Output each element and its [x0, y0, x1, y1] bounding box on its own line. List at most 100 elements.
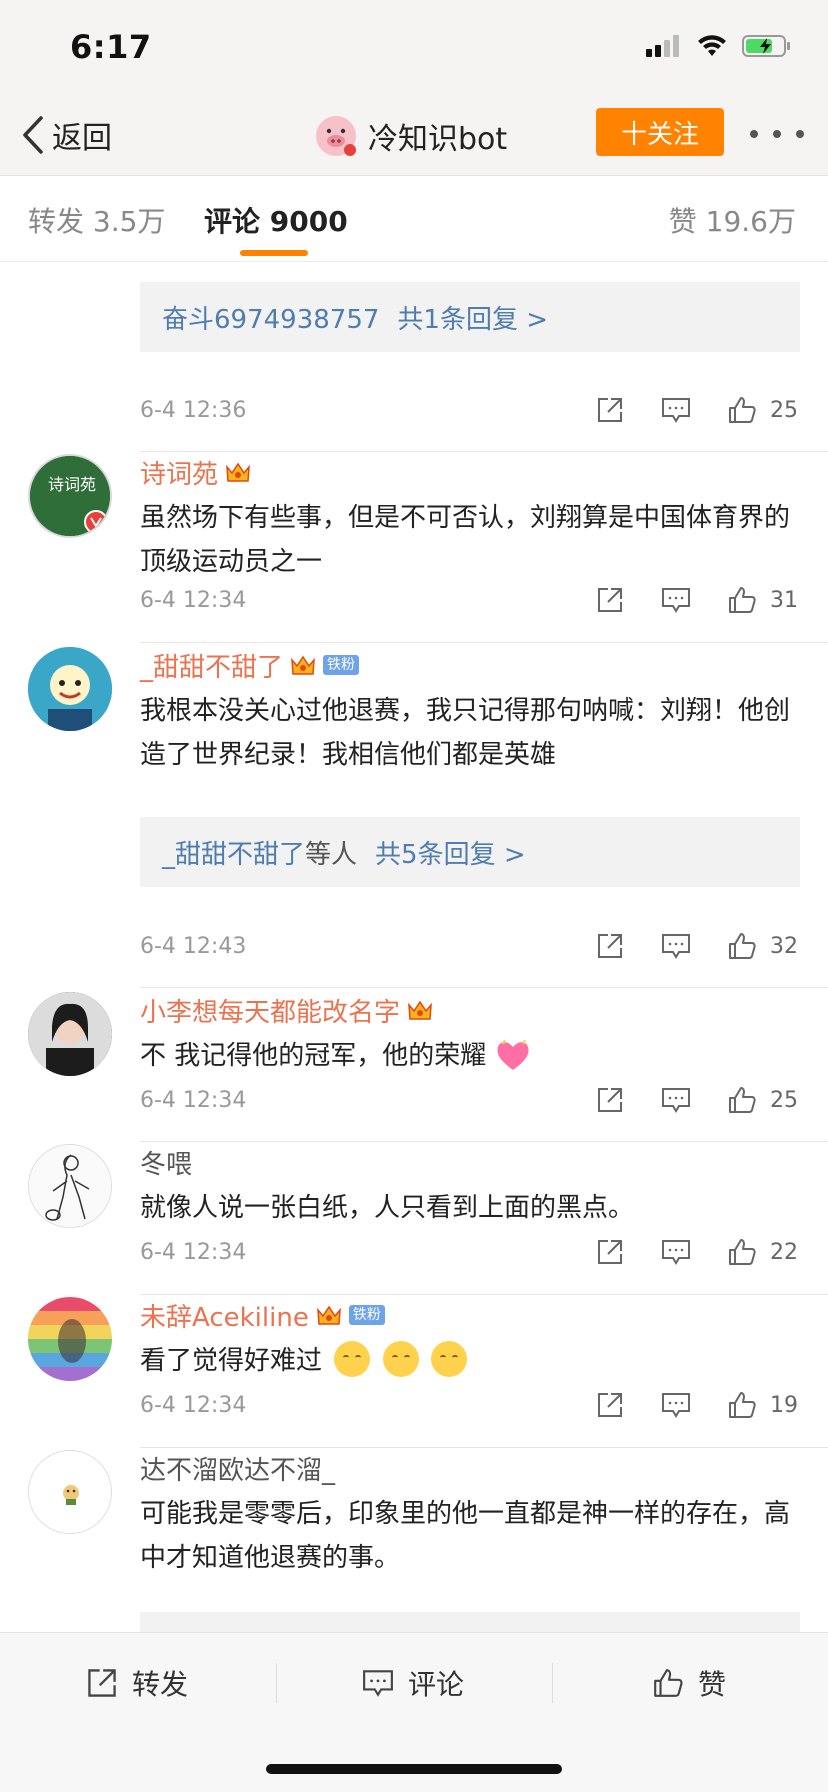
- repost-button[interactable]: 转发: [86, 1661, 188, 1705]
- reply-summary[interactable]: _甜甜不甜了 等人 共5条回复 >: [140, 817, 800, 887]
- crown-badge-icon: [226, 462, 250, 482]
- avatar-image: [28, 647, 112, 731]
- comment-body: _甜甜不甜了 铁粉 我根本没关心过他退赛，我只记得那句呐喊：刘翔！他创造了世界纪…: [140, 647, 800, 777]
- avatar[interactable]: [28, 1297, 112, 1381]
- more-button[interactable]: [750, 114, 804, 154]
- sad-emoji-icon: [430, 1341, 467, 1377]
- comment-actions: 22: [590, 1232, 800, 1272]
- comment-button[interactable]: [656, 1385, 696, 1425]
- comment-icon: [363, 1670, 393, 1697]
- share-button[interactable]: [590, 390, 630, 430]
- comment-text: 虽然场下有些事，但是不可否认，刘翔算是中国体育界的顶级运动员之一: [140, 503, 791, 577]
- reply-count[interactable]: 共1条回复 >: [397, 299, 548, 336]
- avatar[interactable]: [28, 1450, 112, 1534]
- avatar[interactable]: [28, 647, 112, 731]
- like-button[interactable]: [722, 1232, 762, 1272]
- username-text[interactable]: 诗词苑: [140, 454, 218, 491]
- more-dot-icon: [773, 130, 781, 138]
- thumbs-up-icon: [729, 587, 756, 613]
- like-button[interactable]: [722, 390, 762, 430]
- share-icon: [598, 1240, 622, 1264]
- comment-actions: 32: [590, 926, 800, 966]
- avatar[interactable]: [28, 992, 112, 1076]
- comment-button[interactable]: [656, 580, 696, 620]
- avatar[interactable]: 诗词苑: [28, 454, 112, 538]
- reply-summary[interactable]: [140, 1612, 800, 1632]
- comment-icon: [662, 398, 690, 423]
- like-button[interactable]: [722, 926, 762, 966]
- avatar-image: [28, 1297, 112, 1381]
- share-icon: [598, 934, 622, 958]
- crown-badge-icon: [408, 1000, 432, 1020]
- share-button[interactable]: [590, 580, 630, 620]
- tab-comments[interactable]: 评论 9000: [204, 200, 348, 240]
- share-button[interactable]: [590, 926, 630, 966]
- chevron-left-icon: [23, 116, 43, 154]
- comment-meta: 6-4 12:34 22: [140, 1232, 800, 1272]
- comment-username[interactable]: _甜甜不甜了 铁粉: [140, 647, 800, 683]
- thumbs-up-icon: [729, 1239, 756, 1265]
- username-text[interactable]: 冬喂: [140, 1144, 192, 1181]
- share-button[interactable]: [590, 1232, 630, 1272]
- like-button[interactable]: [722, 580, 762, 620]
- username-text[interactable]: 未辞Acekiline: [140, 1297, 309, 1334]
- comment-body: 未辞Acekiline 铁粉 看了觉得好难过: [140, 1297, 800, 1383]
- reply-user[interactable]: _甜甜不甜了: [162, 834, 305, 871]
- like-count: 25: [770, 397, 798, 423]
- sad-emoji-icon: [382, 1341, 419, 1377]
- comment-time: 6-4 12:36: [140, 397, 247, 423]
- comment-icon: [662, 588, 690, 613]
- like-button[interactable]: [722, 1080, 762, 1120]
- thumbs-up-icon: [729, 933, 756, 959]
- avatar-image: [28, 992, 112, 1076]
- share-button[interactable]: [590, 1080, 630, 1120]
- toolbar-separator: [276, 1663, 277, 1703]
- comment-button[interactable]: [656, 926, 696, 966]
- username-text[interactable]: 小李想每天都能改名字: [140, 992, 400, 1029]
- reply-summary[interactable]: 奋斗6974938757 共1条回复 >: [140, 282, 800, 352]
- comment-username[interactable]: 诗词苑: [140, 454, 800, 490]
- comment-username[interactable]: 小李想每天都能改名字: [140, 992, 800, 1028]
- avatar-image: [29, 1145, 111, 1227]
- avatar[interactable]: [28, 1144, 112, 1228]
- comment-time: 6-4 12:34: [140, 1239, 247, 1265]
- avatar-text: 诗词苑: [48, 475, 96, 494]
- comment-meta: 6-4 12:43 32: [140, 926, 800, 966]
- comment-username[interactable]: 达不溜欧达不溜_: [140, 1450, 800, 1486]
- like-count: 31: [770, 587, 798, 613]
- comment-body: 冬喂 就像人说一张白纸，人只看到上面的黑点。: [140, 1144, 800, 1230]
- comment-username[interactable]: 冬喂: [140, 1144, 800, 1180]
- comment-meta: 6-4 12:34 25: [140, 1080, 800, 1120]
- page-title: 冷知识bot: [368, 122, 508, 157]
- comment-text: 就像人说一张白纸，人只看到上面的黑点。: [140, 1193, 635, 1223]
- like-post-button[interactable]: 赞: [652, 1661, 726, 1705]
- username-text[interactable]: 达不溜欧达不溜_: [140, 1450, 335, 1487]
- comment-button[interactable]: [656, 390, 696, 430]
- comment-button[interactable]: [656, 1232, 696, 1272]
- follow-button[interactable]: 十关注: [596, 108, 724, 156]
- comment-text: 可能我是零零后，印象里的他一直都是神一样的存在，高中才知道他退赛的事。: [140, 1499, 791, 1573]
- tab-repost[interactable]: 转发 3.5万: [28, 200, 165, 240]
- home-indicator[interactable]: [266, 1764, 562, 1774]
- comment-compose-button[interactable]: 评论: [362, 1661, 464, 1705]
- divider: [140, 1294, 828, 1295]
- comment-username[interactable]: 未辞Acekiline 铁粉: [140, 1297, 800, 1333]
- tab-likes[interactable]: 赞 19.6万: [669, 200, 796, 240]
- comment-time: 6-4 12:34: [140, 1392, 247, 1418]
- nav-account[interactable]: 冷知识bot: [314, 106, 507, 166]
- comment-body: 小李想每天都能改名字 不 我记得他的冠军，他的荣耀: [140, 992, 800, 1078]
- avatar-image: [29, 1451, 111, 1533]
- comment-list[interactable]: 奋斗6974938757 共1条回复 > 6-4 12:36 25 诗词苑 诗词…: [0, 262, 828, 1632]
- reply-count[interactable]: 共5条回复 >: [375, 834, 526, 871]
- username-text[interactable]: _甜甜不甜了: [140, 647, 283, 684]
- reply-user[interactable]: 奋斗6974938757: [162, 299, 379, 336]
- comment-meta: 6-4 12:34 19: [140, 1385, 800, 1425]
- like-count: 25: [770, 1087, 798, 1113]
- share-button[interactable]: [590, 1385, 630, 1425]
- signal-icon: [646, 35, 679, 57]
- comment-button[interactable]: [656, 1080, 696, 1120]
- status-icons: [646, 34, 792, 58]
- like-button[interactable]: [722, 1385, 762, 1425]
- back-button[interactable]: 返回: [22, 110, 112, 160]
- share-icon: [598, 1088, 622, 1112]
